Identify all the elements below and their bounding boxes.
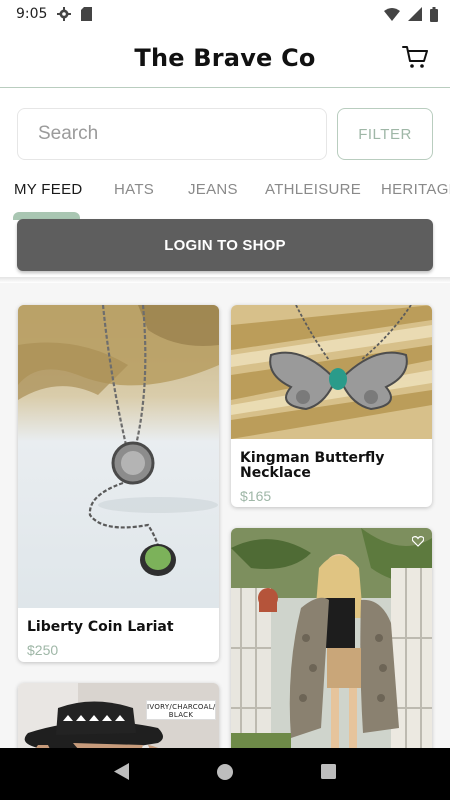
back-icon[interactable] [113, 763, 130, 785]
product-card-kimono[interactable] [231, 528, 432, 748]
hat-photo: IVORY/CHARCOAL/ BLACK [18, 683, 219, 748]
signal-icon [408, 7, 422, 21]
cart-button[interactable] [400, 42, 430, 72]
product-price: $250 [27, 642, 59, 658]
app-title: The Brave Co [134, 43, 316, 72]
category-tabs: MY FEED HATS JEANS ATHLEISURE HERITAGE [0, 172, 450, 220]
gear-icon [57, 7, 72, 21]
woman-kimono-photo [231, 528, 432, 748]
tab-hats[interactable]: HATS [114, 181, 154, 198]
necklace-coin-lariat-photo [18, 305, 219, 608]
sd-card-icon [81, 7, 93, 21]
app-header: The Brave Co [0, 28, 450, 88]
wifi-icon [384, 7, 400, 21]
system-nav-bar [0, 748, 450, 800]
heart-icon[interactable] [411, 534, 425, 552]
search-row: FILTER [17, 108, 433, 160]
recents-icon[interactable] [321, 764, 337, 784]
login-to-shop-button[interactable]: LOGIN TO SHOP [17, 219, 433, 271]
hat-color-tag: IVORY/CHARCOAL/ BLACK [146, 700, 216, 720]
product-feed[interactable]: Liberty Coin Lariat $250 Kingman Butterf… [0, 283, 450, 748]
status-bar: 9:05 [0, 0, 450, 28]
tab-jeans[interactable]: JEANS [188, 181, 238, 198]
product-name: Kingman Butterfly Necklace [240, 450, 385, 481]
home-icon[interactable] [217, 763, 234, 785]
product-card-kingman-butterfly-necklace[interactable]: Kingman Butterfly Necklace $165 [231, 305, 432, 507]
butterfly-necklace-photo [231, 305, 432, 439]
cart-icon [402, 46, 428, 68]
tab-heritage[interactable]: HERITAGE [381, 181, 450, 198]
tab-athleisure[interactable]: ATHLEISURE [265, 181, 361, 198]
product-card-hat[interactable]: IVORY/CHARCOAL/ BLACK [18, 683, 219, 748]
tab-my-feed[interactable]: MY FEED [14, 181, 83, 198]
battery-icon [430, 6, 438, 22]
product-name: Liberty Coin Lariat [27, 619, 174, 635]
product-card-liberty-coin-lariat[interactable]: Liberty Coin Lariat $250 [18, 305, 219, 662]
search-input[interactable] [17, 108, 327, 160]
product-price: $165 [240, 488, 272, 504]
filter-button[interactable]: FILTER [337, 108, 433, 160]
status-time: 9:05 [16, 6, 48, 22]
